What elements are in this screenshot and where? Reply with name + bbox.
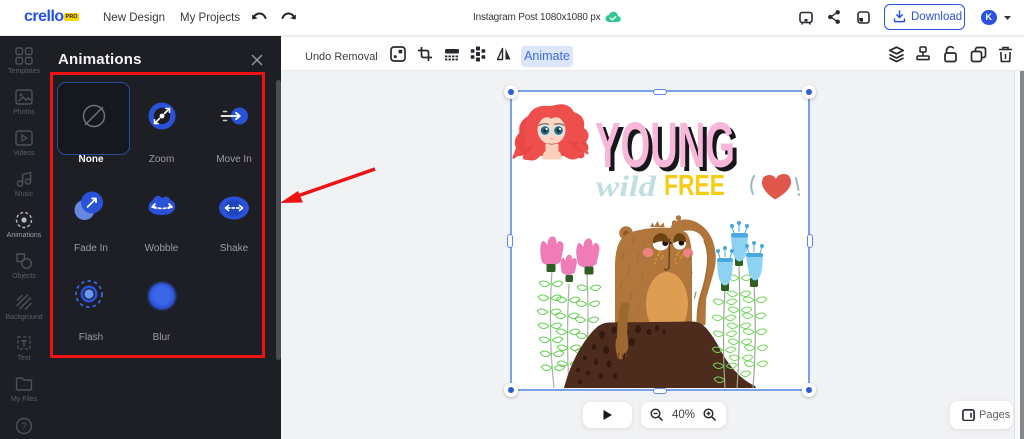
svg-text:?: ? bbox=[21, 422, 27, 433]
